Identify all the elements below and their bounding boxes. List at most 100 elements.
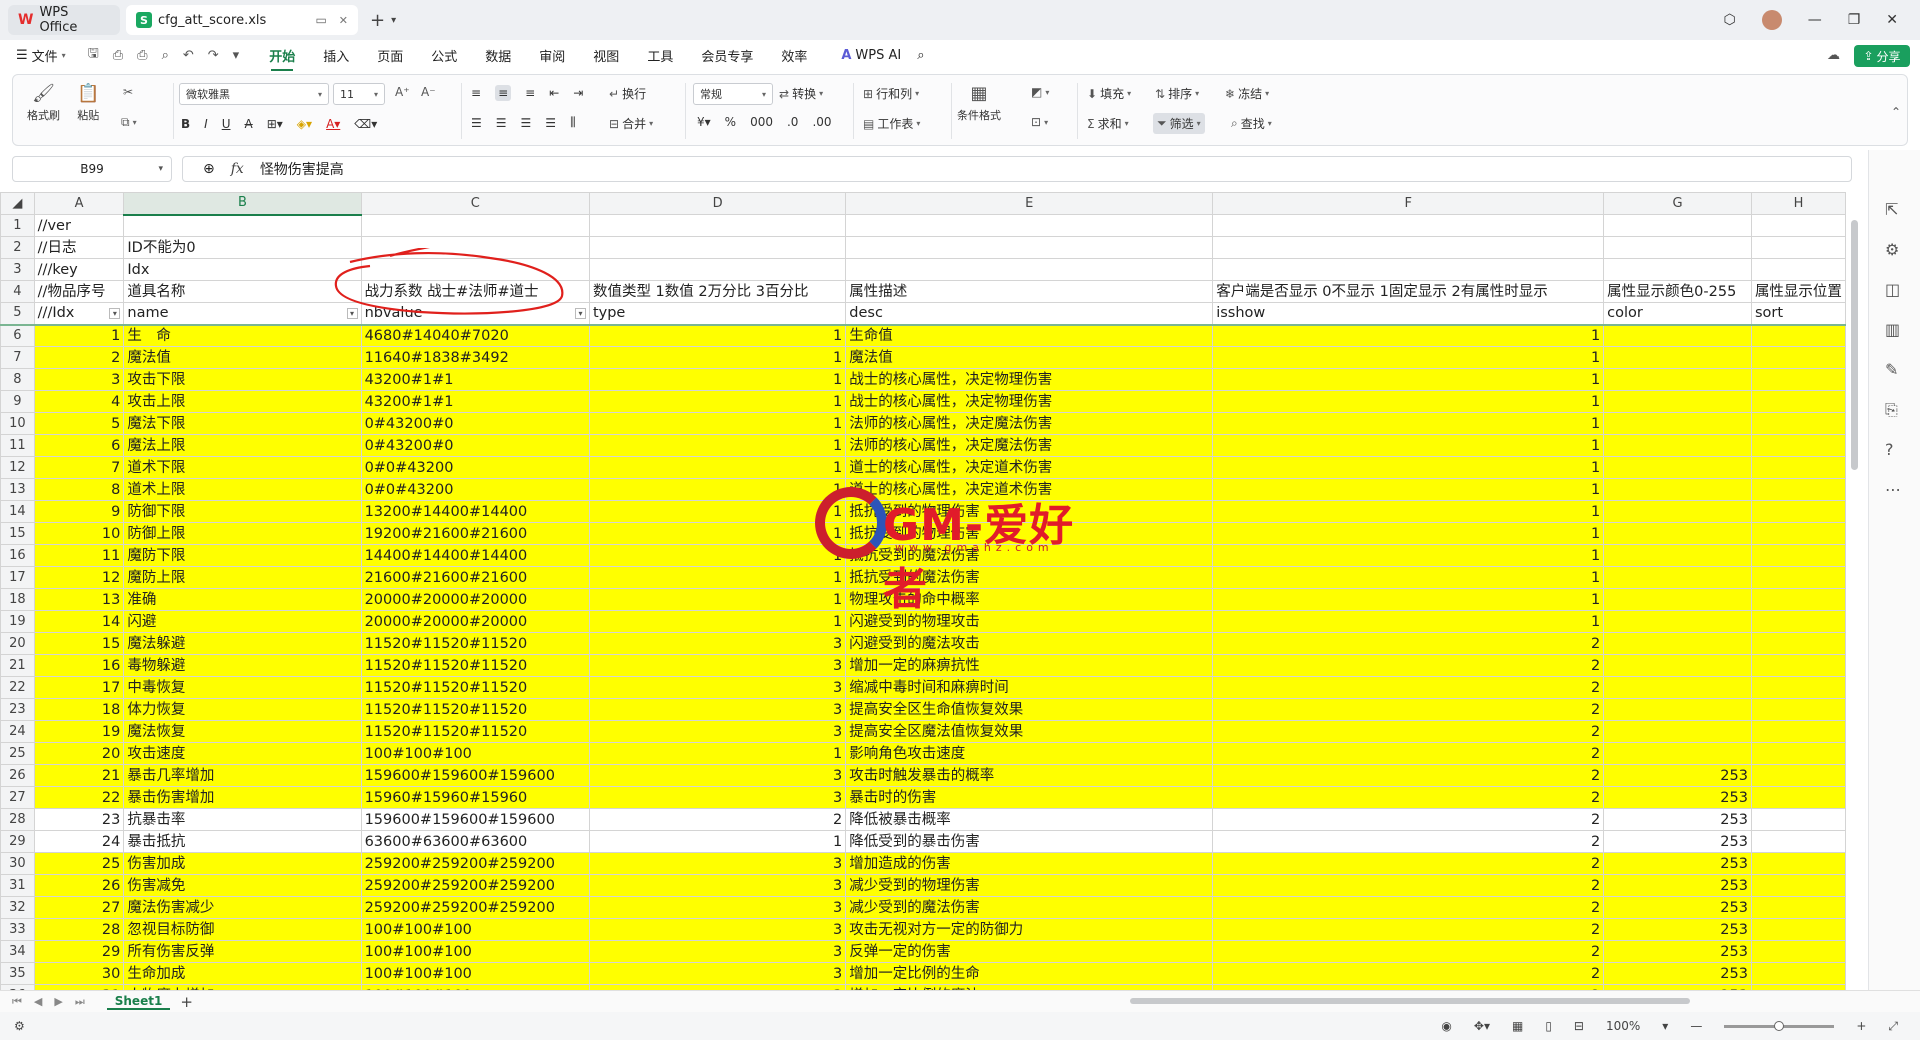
row-header[interactable]: 28 (0, 808, 35, 831)
cell-a[interactable]: //日志 (33, 236, 125, 259)
cell-d[interactable]: type (588, 302, 847, 326)
sum-button[interactable]: Σ 求和 ▾ (1087, 115, 1129, 132)
cell-b[interactable]: 所有伤害反弹 (123, 940, 362, 963)
tab-close-icon[interactable]: ✕ (339, 14, 348, 27)
cell-a[interactable]: 16 (33, 654, 125, 677)
distribute-icon[interactable]: ⫼ (570, 115, 576, 130)
cell-c[interactable]: 4680#14040#7020 (360, 324, 590, 347)
cell-e[interactable]: 提高安全区生命值恢复效果 (845, 698, 1214, 721)
cell-a[interactable]: 5 (33, 412, 125, 435)
cell-a[interactable]: 18 (33, 698, 125, 721)
cell-d[interactable]: 3 (588, 940, 847, 963)
cell-c[interactable]: 100#100#100 (360, 742, 590, 765)
cell-d[interactable] (588, 258, 847, 281)
cell-d[interactable]: 1 (588, 566, 847, 589)
cell-g[interactable]: 253 (1603, 852, 1752, 875)
zoom-dropdown-icon[interactable]: ▾ (1662, 1019, 1668, 1033)
share-button[interactable]: ⇪ 分享 (1854, 45, 1910, 67)
cell-f[interactable]: 2 (1212, 742, 1605, 765)
macro-icon[interactable]: ⚙ (14, 1019, 25, 1033)
cell-h[interactable] (1750, 896, 1846, 919)
row-header[interactable]: 10 (0, 412, 35, 435)
cell-g[interactable] (1603, 236, 1752, 259)
cell-f[interactable]: 2 (1212, 698, 1605, 721)
cell-e[interactable]: 攻击时触发暴击的概率 (845, 764, 1214, 787)
vertical-scroll-thumb[interactable] (1851, 220, 1858, 470)
cell-g[interactable]: 253 (1603, 874, 1752, 897)
cell-a[interactable]: 3 (33, 368, 125, 391)
cell-b[interactable]: 魔防上限 (123, 566, 362, 589)
row-header[interactable]: 21 (0, 654, 35, 677)
cell-g[interactable]: 属性显示颜色0-255 (1603, 280, 1752, 303)
cell-c[interactable]: 159600#159600#159600 (360, 808, 590, 831)
cell-e[interactable]: 属性描述 (845, 280, 1214, 303)
cell-f[interactable]: 1 (1212, 588, 1605, 611)
cell-g[interactable]: 253 (1603, 940, 1752, 963)
row-header[interactable]: 6 (0, 324, 35, 347)
formula-input[interactable]: ⊕ fx 怪物伤害提高 (182, 156, 1852, 182)
tab-review[interactable]: 审阅 (539, 46, 565, 65)
search-icon[interactable]: ⌕ (917, 48, 924, 63)
wrap-button[interactable]: ↵ 换行 (609, 85, 646, 102)
cell-b[interactable]: 生命加成 (123, 962, 362, 985)
thousands-icon[interactable]: 000 (750, 115, 773, 129)
cell-d[interactable] (588, 214, 847, 237)
cell-b[interactable]: Idx (123, 258, 362, 281)
cell-h[interactable] (1750, 830, 1846, 853)
cell-b[interactable]: 防御上限 (123, 522, 362, 545)
cell-c[interactable] (360, 236, 590, 259)
cell-b[interactable]: 毒物躲避 (123, 654, 362, 677)
fill-button[interactable]: ⬇ 填充 ▾ (1087, 85, 1131, 102)
cell-d[interactable]: 3 (588, 874, 847, 897)
cell-e[interactable]: desc (845, 302, 1214, 326)
cell-f[interactable]: 1 (1212, 456, 1605, 479)
cell-d[interactable]: 3 (588, 896, 847, 919)
cell-e[interactable]: 闪避受到的物理攻击 (845, 610, 1214, 633)
name-box[interactable]: B99 ▾ (12, 156, 172, 182)
cell-g[interactable] (1603, 522, 1752, 545)
clear-format-icon[interactable]: ⌫▾ (354, 117, 377, 131)
border-icon[interactable]: ⊞▾ (267, 117, 283, 131)
page-layout-icon[interactable]: ▯ (1545, 1019, 1552, 1033)
cell-d[interactable]: 1 (588, 412, 847, 435)
cell-f[interactable]: 2 (1212, 830, 1605, 853)
cell-c[interactable]: 159600#159600#159600 (360, 764, 590, 787)
page-break-icon[interactable]: ⊟ (1574, 1019, 1584, 1033)
cell-e[interactable]: 攻击无视对方一定的防御力 (845, 918, 1214, 941)
cell-h[interactable] (1750, 566, 1846, 589)
cell-d[interactable]: 3 (588, 764, 847, 787)
cell-d[interactable]: 1 (588, 434, 847, 457)
cell-c[interactable]: 14400#14400#14400 (360, 544, 590, 567)
cell-b[interactable]: 体力恢复 (123, 698, 362, 721)
row-header[interactable]: 17 (0, 566, 35, 589)
cell-e[interactable]: 抵抗受到的魔法伤害 (845, 566, 1214, 589)
cell-d[interactable]: 1 (588, 368, 847, 391)
cell-e[interactable]: 减少受到的物理伤害 (845, 874, 1214, 897)
cell-a[interactable]: 25 (33, 852, 125, 875)
cell-e[interactable] (845, 214, 1214, 237)
export-icon[interactable]: ⎙ (113, 48, 123, 63)
row-header[interactable]: 31 (0, 874, 35, 897)
row-header[interactable]: 25 (0, 742, 35, 765)
fill-color-icon[interactable]: ◈▾ (297, 117, 312, 131)
cell-c[interactable]: nbvalue ▾ (360, 302, 590, 326)
cell-g[interactable] (1603, 478, 1752, 501)
cell-c[interactable]: 11520#11520#11520 (360, 632, 590, 655)
cell-e[interactable]: 魔法值 (845, 346, 1214, 369)
cell-g[interactable]: 253 (1603, 962, 1752, 985)
cell-h[interactable]: sort (1750, 302, 1846, 326)
cell-a[interactable]: 20 (33, 742, 125, 765)
cell-b[interactable]: 忽视目标防御 (123, 918, 362, 941)
cell-d[interactable]: 1 (588, 610, 847, 633)
normal-view-icon[interactable]: ▦ (1512, 1019, 1523, 1033)
row-header[interactable]: 34 (0, 940, 35, 963)
eye-protection-icon[interactable]: ◉ (1441, 1019, 1451, 1033)
column-header-a[interactable]: A (33, 192, 125, 215)
cell-e[interactable]: 影响角色攻击速度 (845, 742, 1214, 765)
cell-g[interactable]: 253 (1603, 764, 1752, 787)
cell-h[interactable] (1750, 720, 1846, 743)
strikethrough-icon[interactable]: A (245, 117, 253, 131)
cell-c[interactable]: 0#0#43200 (360, 478, 590, 501)
tab-page[interactable]: 页面 (377, 46, 403, 65)
cell-f[interactable]: 1 (1212, 478, 1605, 501)
